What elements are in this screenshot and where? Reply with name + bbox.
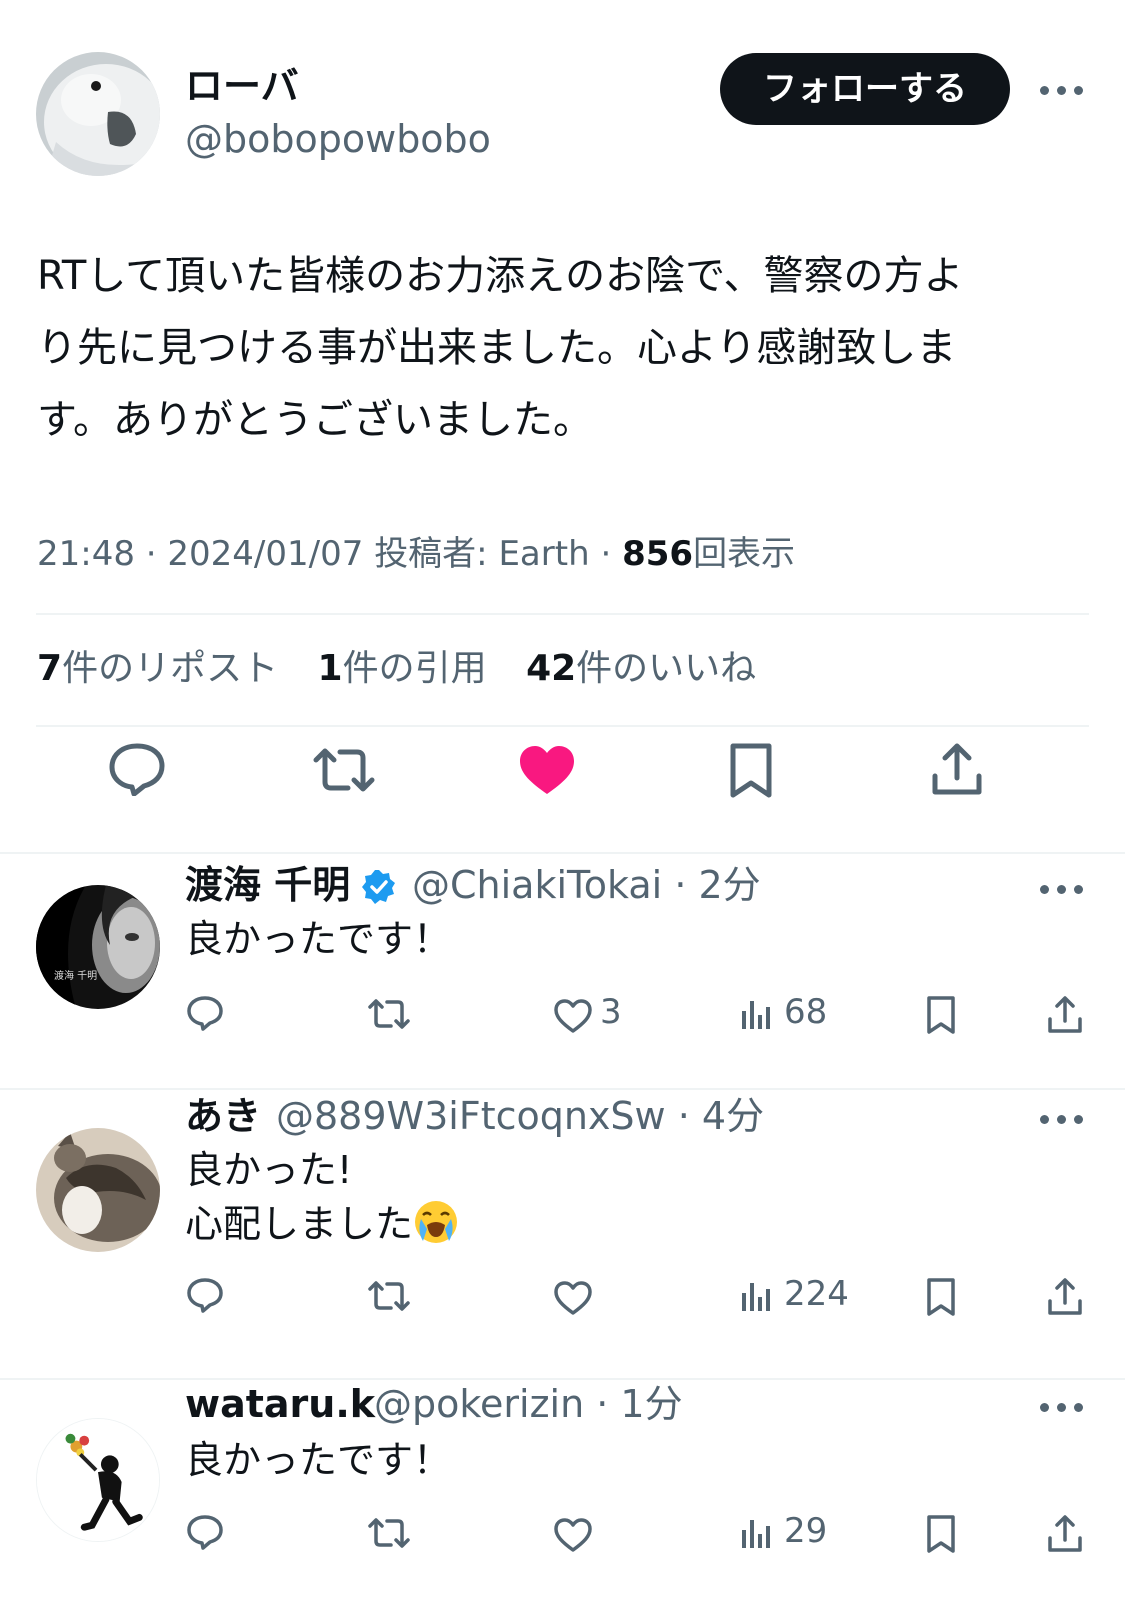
reply-author-name[interactable]: 渡海 千明: [185, 861, 350, 909]
tweet-text-line: り先に見つける事が出来ました。心より感謝致しま: [37, 325, 957, 371]
author-handle[interactable]: @bobopowbobo: [185, 115, 491, 163]
follow-button[interactable]: フォローする: [720, 53, 1010, 125]
portrait-avatar-image: 渡海 千明: [36, 885, 160, 1009]
reply-icon[interactable]: [186, 1277, 224, 1313]
likes-label: 件のいいね: [576, 648, 757, 689]
reply-author-handle[interactable]: @889W3iFtcoqnxSw · 4分: [276, 1092, 764, 1140]
share-icon[interactable]: [1046, 1514, 1084, 1554]
bookmark-icon[interactable]: [925, 995, 957, 1035]
bookmark-icon[interactable]: [925, 1277, 957, 1317]
reply-time: · 1分: [596, 1382, 683, 1426]
reply-author-handle[interactable]: @ChiakiTokai · 2分: [412, 861, 761, 909]
views-count: 68: [784, 992, 828, 1032]
bookmark-icon[interactable]: [925, 1514, 957, 1554]
tweet-text: RTして頂いた皆様のお力添えのお陰で、警察の方よ り先に見つける事が出来ました。…: [37, 240, 1097, 456]
avatar-watermark: 渡海 千明: [54, 969, 97, 982]
reposts-stat[interactable]: 7件のリポスト: [37, 648, 278, 689]
tweet-text-line: す。ありがとうございました。: [37, 397, 593, 443]
divider: [36, 613, 1089, 615]
like-icon[interactable]: [553, 1517, 593, 1553]
reply-time: · 4分: [677, 1094, 765, 1138]
share-icon[interactable]: [930, 742, 984, 798]
more-options-icon[interactable]: [1038, 880, 1086, 896]
reply-author-name[interactable]: wataru.k: [185, 1380, 375, 1428]
verified-badge-icon: [361, 869, 397, 905]
share-icon[interactable]: [1046, 1277, 1084, 1317]
reply-avatar[interactable]: [36, 1128, 160, 1252]
retweet-icon[interactable]: [367, 1516, 411, 1550]
retweet-icon[interactable]: [367, 1279, 411, 1313]
quotes-count: 1: [317, 648, 343, 689]
reply-text: 心配しました: [185, 1196, 459, 1252]
like-icon[interactable]: [553, 998, 593, 1034]
tweet-metadata: 21:48 · 2024/01/07 投稿者: Earth · 856回表示: [37, 530, 795, 578]
meta-separator: ·: [600, 534, 612, 574]
views-count: 856: [622, 534, 694, 574]
bookmark-icon[interactable]: [728, 742, 774, 800]
reply-text-line: 心配しました: [185, 1202, 414, 1246]
reply-avatar[interactable]: [36, 1418, 160, 1542]
retweet-icon[interactable]: [367, 997, 411, 1031]
like-icon-filled[interactable]: [518, 744, 576, 796]
reply-text: 良かったです！: [185, 917, 452, 961]
handle-text: @ChiakiTokai: [412, 863, 663, 907]
divider: [0, 852, 1125, 854]
reply-avatar[interactable]: 渡海 千明: [36, 885, 160, 1009]
main-tweet: ローバ @bobopowbobo フォローする RTして頂いた皆様のお力添えのお…: [0, 0, 1125, 855]
retweet-icon[interactable]: [312, 746, 376, 794]
quotes-stat[interactable]: 1件の引用: [318, 648, 487, 689]
cat-avatar-image: [36, 1128, 160, 1252]
tweet-text-line: RTして頂いた皆様のお力添えのお陰で、警察の方よ: [37, 253, 964, 299]
reply-icon[interactable]: [108, 742, 166, 796]
reply-text: 良かったです！: [185, 1438, 452, 1482]
more-options-icon[interactable]: [1038, 1398, 1086, 1414]
reply-icon[interactable]: [186, 995, 224, 1031]
reply-item[interactable]: wataru.k @pokerizin · 1分 良かったです！ 29: [0, 1380, 1125, 1609]
loudly-crying-face-icon: [415, 1201, 458, 1243]
tweet-timestamp[interactable]: 21:48 · 2024/01/07: [37, 534, 363, 574]
quotes-label: 件の引用: [342, 648, 487, 689]
views-icon[interactable]: [740, 1516, 774, 1550]
views-count: 224: [784, 1274, 849, 1314]
reply-author-name[interactable]: あき: [185, 1092, 261, 1140]
author-avatar[interactable]: [36, 52, 160, 176]
flower-thrower-avatar-image: [37, 1419, 159, 1541]
views-label: 回表示: [693, 534, 796, 574]
views-icon[interactable]: [740, 1279, 774, 1313]
reposts-count: 7: [37, 648, 63, 689]
reply-text: 良かった!: [185, 1148, 353, 1192]
reply-author-handle[interactable]: @pokerizin · 1分: [374, 1380, 683, 1428]
more-options-icon[interactable]: [1038, 81, 1086, 97]
divider: [36, 725, 1089, 727]
likes-count: 42: [526, 648, 577, 689]
handle-text: @889W3iFtcoqnxSw: [276, 1094, 666, 1138]
share-icon[interactable]: [1046, 995, 1084, 1035]
reposts-label: 件のリポスト: [62, 648, 279, 689]
views-count: 29: [784, 1511, 828, 1551]
reply-item[interactable]: あき @889W3iFtcoqnxSw · 4分 良かった! 心配しました 22…: [0, 1090, 1125, 1380]
posted-by: 投稿者: Earth: [374, 534, 590, 574]
handle-text: @pokerizin: [374, 1382, 585, 1426]
like-icon[interactable]: [553, 1280, 593, 1316]
reply-item[interactable]: 渡海 千明 渡海 千明 @ChiakiTokai · 2分 良かったです！ 3 …: [0, 855, 1125, 1090]
cockatoo-avatar-image: [36, 52, 160, 176]
like-count: 3: [600, 992, 622, 1032]
reply-time: · 2分: [674, 863, 761, 907]
more-options-icon[interactable]: [1038, 1110, 1086, 1126]
reply-icon[interactable]: [186, 1514, 224, 1550]
views-icon[interactable]: [740, 997, 774, 1031]
author-name[interactable]: ローバ: [185, 62, 299, 110]
engagement-stats: 7件のリポスト 1件の引用 42件のいいね: [37, 645, 784, 693]
likes-stat[interactable]: 42件のいいね: [526, 648, 756, 689]
